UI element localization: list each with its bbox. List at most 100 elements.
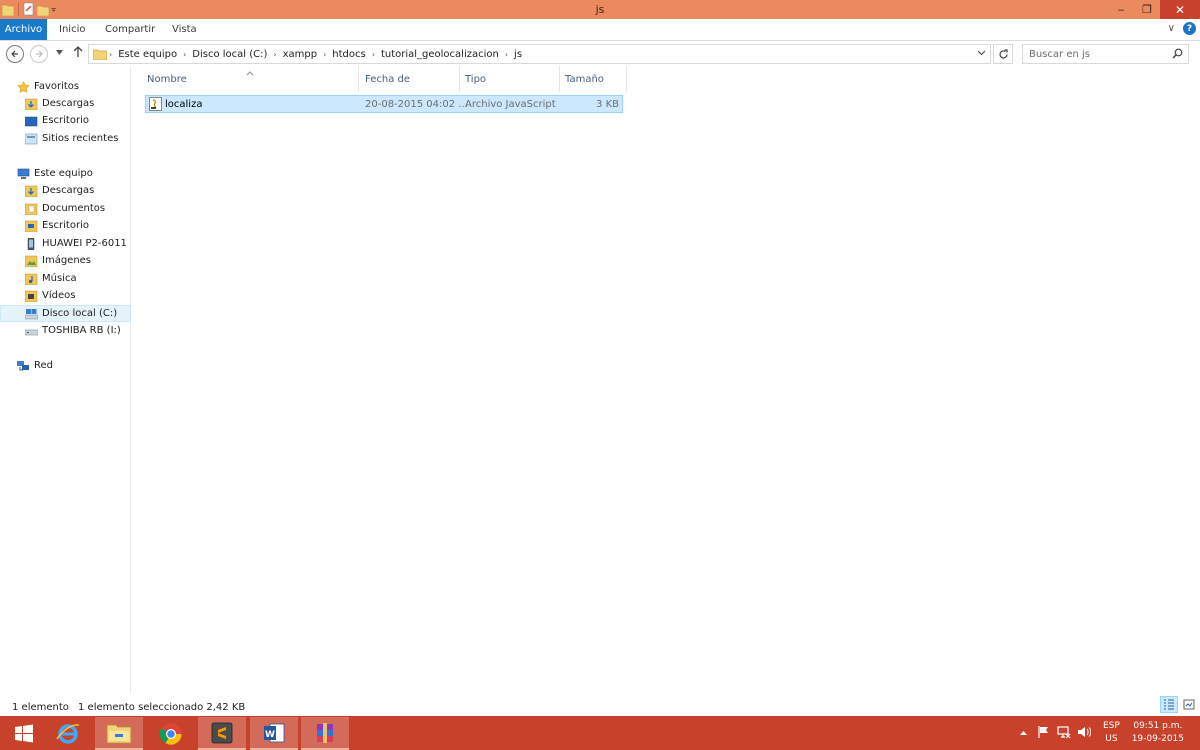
downloads-folder-icon xyxy=(25,185,38,197)
nav-videos-label: Vídeos xyxy=(42,290,76,301)
tab-compartir[interactable]: Compartir xyxy=(105,19,155,40)
large-icons-view-icon xyxy=(1183,699,1195,710)
taskbar-word[interactable]: W xyxy=(250,717,298,750)
breadcrumb-este-equipo[interactable]: Este equipo xyxy=(114,49,181,60)
taskbar-sublime-text[interactable] xyxy=(198,717,246,750)
chevron-right-icon[interactable]: › xyxy=(503,50,510,59)
taskbar-file-explorer[interactable] xyxy=(95,717,143,750)
large-icons-view-button[interactable] xyxy=(1180,696,1198,713)
title-bar: js ‒ ❐ ✕ xyxy=(0,0,1200,19)
chevron-right-icon[interactable]: › xyxy=(271,50,278,59)
sort-ascending-icon xyxy=(246,71,254,76)
window-controls: ‒ ❐ ✕ xyxy=(1108,0,1200,19)
start-button[interactable] xyxy=(0,717,48,750)
action-center-flag-icon[interactable] xyxy=(1037,725,1051,739)
column-header-tipo[interactable]: Tipo xyxy=(450,66,560,92)
address-bar[interactable]: › Este equipo › Disco local (C:) › xampp… xyxy=(88,44,991,64)
nav-escritorio[interactable]: Escritorio xyxy=(25,217,131,234)
clock-date: 19-09-2015 xyxy=(1131,734,1184,744)
chevron-right-icon[interactable]: › xyxy=(321,50,328,59)
nav-toshiba[interactable]: TOSHIBA RB (I:) xyxy=(25,322,131,339)
taskbar-internet-explorer[interactable] xyxy=(44,717,92,750)
breadcrumb-disco-local[interactable]: Disco local (C:) xyxy=(188,49,271,60)
file-name: localiza xyxy=(165,99,203,110)
nav-imagenes[interactable]: Imágenes xyxy=(25,252,131,269)
close-button[interactable]: ✕ xyxy=(1160,0,1200,19)
forward-button[interactable] xyxy=(30,45,48,63)
breadcrumb-tutorial-geolocalizacion[interactable]: tutorial_geolocalizacion xyxy=(377,49,503,60)
nav-disco-local-label: Disco local (C:) xyxy=(42,308,118,319)
nav-videos[interactable]: Vídeos xyxy=(25,287,131,304)
chevron-right-icon[interactable]: › xyxy=(370,50,377,59)
usb-drive-icon xyxy=(25,329,38,335)
language-indicator[interactable]: ESP US xyxy=(1103,720,1120,746)
column-header-nombre[interactable]: Nombre xyxy=(132,66,359,92)
nav-fav-descargas[interactable]: Descargas xyxy=(25,95,131,112)
expand-ribbon-icon[interactable]: ∨ xyxy=(1168,23,1175,34)
tab-archivo[interactable]: Archivo xyxy=(0,19,47,40)
nav-imagenes-label: Imágenes xyxy=(42,255,92,266)
ribbon-controls: ∨ ? xyxy=(1168,22,1196,35)
file-explorer-icon xyxy=(106,724,132,743)
item-count: 1 elemento xyxy=(12,702,69,713)
nav-huawei[interactable]: HUAWEI P2-6011 xyxy=(25,235,131,252)
show-hidden-icons-icon[interactable] xyxy=(1020,730,1027,736)
word-icon: W xyxy=(264,723,285,742)
breadcrumb-htdocs[interactable]: htdocs xyxy=(328,49,369,60)
videos-folder-icon xyxy=(25,290,38,302)
refresh-button[interactable] xyxy=(993,44,1013,64)
nav-descargas-label: Descargas xyxy=(42,185,95,196)
nav-disco-local[interactable]: Disco local (C:) xyxy=(0,305,131,322)
nav-descargas[interactable]: Descargas xyxy=(25,182,131,199)
star-icon xyxy=(17,80,30,93)
nav-fav-escritorio-label: Escritorio xyxy=(42,115,89,126)
nav-este-equipo[interactable]: Este equipo xyxy=(17,165,131,182)
nav-fav-sitios-recientes[interactable]: Sitios recientes xyxy=(25,130,131,147)
column-header-tamano[interactable]: Tamaño xyxy=(550,66,627,92)
desktop-icon xyxy=(25,116,38,126)
nav-red[interactable]: Red xyxy=(17,357,131,374)
clock-time: 09:51 p.m. xyxy=(1133,721,1183,731)
tab-inicio[interactable]: Inicio xyxy=(59,19,85,40)
search-icon[interactable] xyxy=(1172,48,1183,59)
internet-explorer-icon xyxy=(56,723,80,744)
phone-icon xyxy=(27,237,35,250)
volume-icon[interactable] xyxy=(1077,725,1091,739)
taskbar: W ESP US 09:51 p.m. 19-09-2015 xyxy=(0,716,1200,750)
selection-info: 1 elemento seleccionado 2,42 KB xyxy=(78,702,246,713)
up-arrow-icon[interactable] xyxy=(73,46,83,58)
search-input[interactable]: Buscar en js xyxy=(1022,44,1189,64)
column-header-fecha[interactable]: Fecha de modifica... xyxy=(350,66,460,113)
tab-vista[interactable]: Vista xyxy=(172,19,197,40)
desktop-folder-icon xyxy=(25,220,38,232)
chrome-icon xyxy=(159,722,182,745)
breadcrumb-xampp[interactable]: xampp xyxy=(279,49,321,60)
network-icon xyxy=(17,360,29,370)
nav-favoritos[interactable]: Favoritos xyxy=(17,78,131,95)
back-button[interactable] xyxy=(6,45,24,63)
help-icon[interactable]: ? xyxy=(1183,22,1196,35)
details-view-button[interactable] xyxy=(1160,696,1178,713)
nav-musica[interactable]: Música xyxy=(25,270,131,287)
taskbar-chrome[interactable] xyxy=(147,717,195,750)
minimize-button[interactable]: ‒ xyxy=(1108,0,1134,19)
chevron-down-icon[interactable] xyxy=(977,48,986,57)
file-row[interactable]: localiza 20-08-2015 04:02 ... Archivo Ja… xyxy=(145,95,623,113)
chevron-right-icon[interactable]: › xyxy=(181,50,188,59)
nav-documentos[interactable]: Documentos xyxy=(25,200,131,217)
nav-fav-escritorio[interactable]: Escritorio xyxy=(25,112,131,129)
column-tipo-label: Tipo xyxy=(465,74,487,85)
nav-fav-descargas-label: Descargas xyxy=(42,98,95,109)
breadcrumb-js[interactable]: js xyxy=(510,49,526,60)
javascript-file-icon xyxy=(149,97,162,111)
chevron-right-icon: › xyxy=(109,49,113,59)
taskbar-winrar[interactable] xyxy=(301,717,349,750)
recent-locations-icon[interactable] xyxy=(56,50,63,56)
status-bar: 1 elemento 1 elemento seleccionado 2,42 … xyxy=(0,694,1200,716)
window-title: js xyxy=(595,3,605,16)
clock[interactable]: 09:51 p.m. 19-09-2015 xyxy=(1132,720,1184,746)
restore-button[interactable]: ❐ xyxy=(1134,0,1160,19)
nav-este-equipo-label: Este equipo xyxy=(34,168,93,179)
network-status-icon[interactable] xyxy=(1057,725,1071,739)
navigation-pane: Favoritos Descargas Escritorio Sitios re… xyxy=(0,66,131,694)
